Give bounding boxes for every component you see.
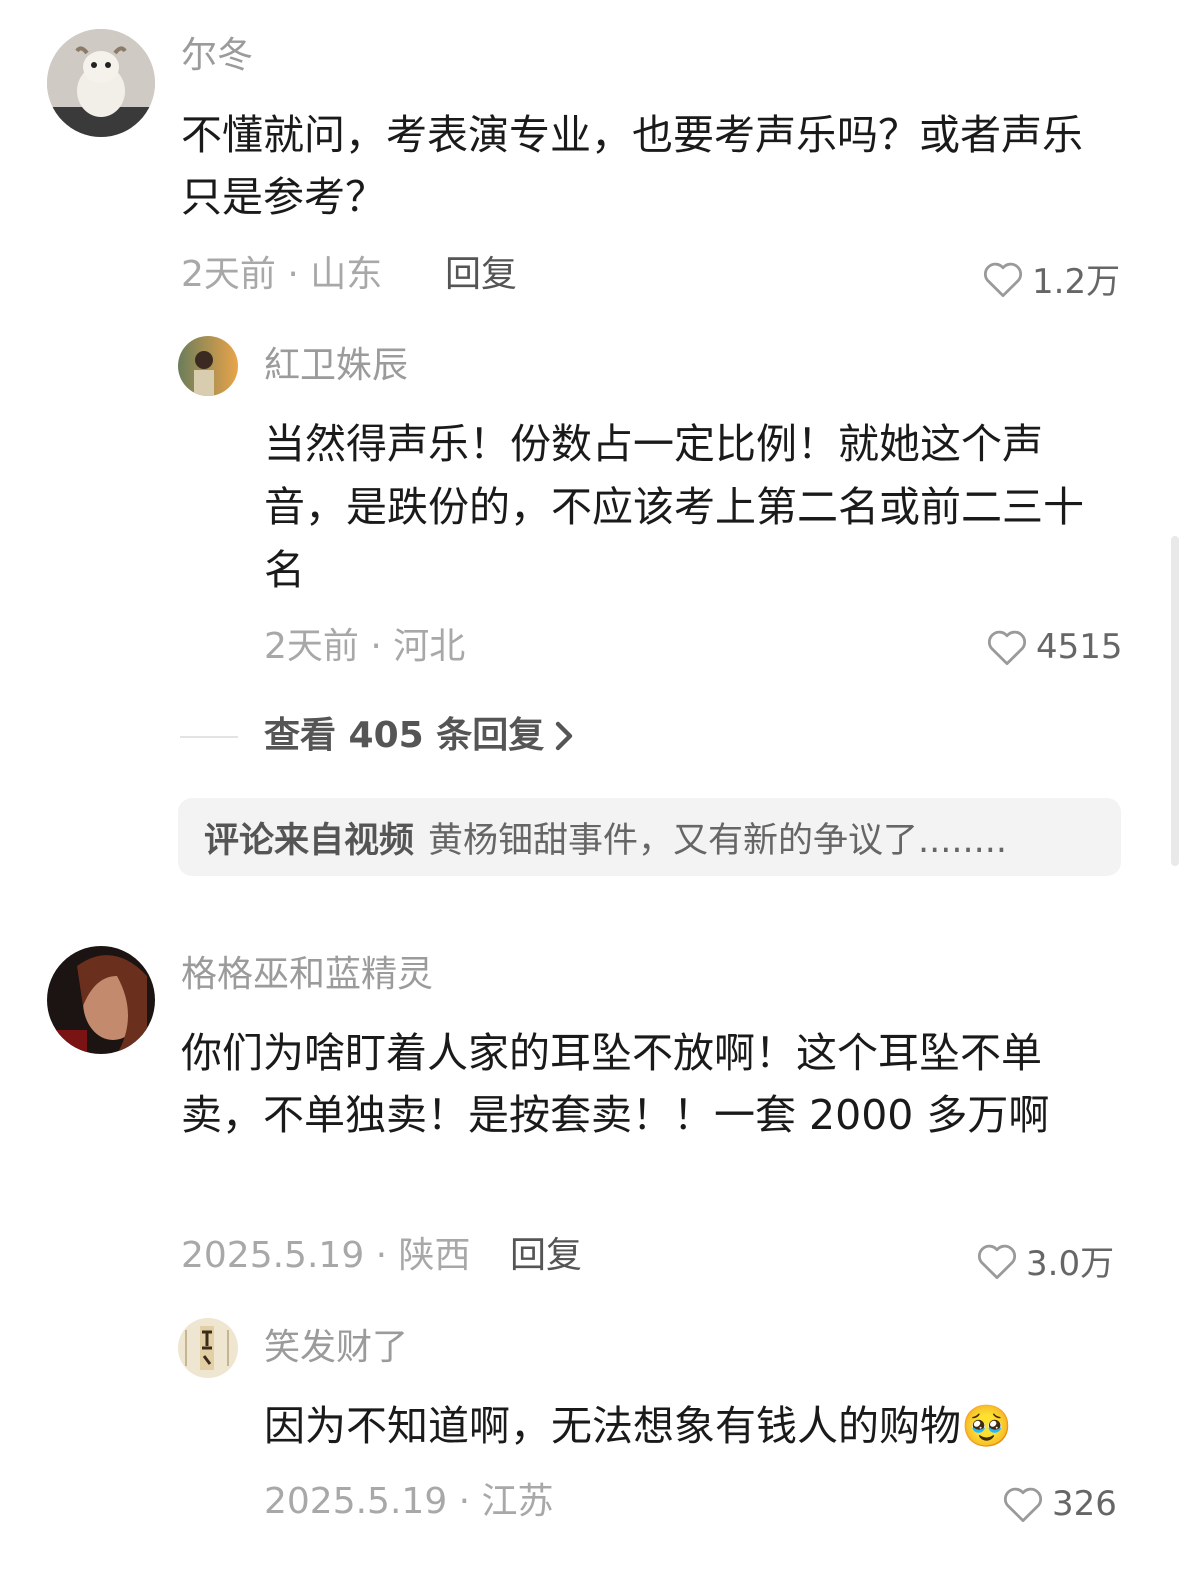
reply-text: 当然得声乐！份数占一定比例！就她这个声音，是跌份的，不应该考上第二名或前二三十名 [264,420,1084,594]
reply-meta: 2天前 · 河北 [264,626,466,667]
reply-button[interactable]: 回复 [445,255,517,295]
like-button[interactable]: 3.0万 [976,1236,1114,1285]
like-count: 4515 [1036,627,1123,667]
comment-meta: 2天前 · 山东 [181,254,383,295]
divider [180,736,238,738]
heart-outline-icon [1004,1487,1042,1523]
comment-username[interactable]: 尔冬 [181,36,253,76]
like-count: 1.2万 [1032,262,1121,302]
comment-meta: 2025.5.19 · 陕西 [181,1235,471,1276]
like-count: 3.0万 [1026,1244,1115,1284]
comment-username[interactable]: 格格巫和蓝精灵 [181,955,433,995]
pleading-face-emoji: 🥹 [961,1402,1013,1450]
source-video-link[interactable]: 评论来自视频 黄杨钿甜事件，又有新的争议了........ [178,798,1121,876]
goat-plush-avatar-icon [47,29,155,137]
avatar[interactable] [178,1318,238,1378]
comment-text: 不懂就问，考表演专业，也要考声乐吗？或者声乐只是参考？ [181,111,1083,221]
sunset-portrait-avatar-icon [178,336,238,396]
comment-text: 你们为啥盯着人家的耳坠不放啊！这个耳坠不单卖，不单独卖！是按套卖！！一套 200… [181,1029,1050,1139]
like-button[interactable]: 326 [1002,1484,1117,1524]
heart-outline-icon [984,262,1022,297]
chevron-right-icon [556,721,573,751]
like-count: 326 [1052,1484,1117,1524]
like-button[interactable]: 4515 [986,627,1123,667]
heart-outline-icon [978,1244,1016,1279]
view-more-replies-button[interactable]: 查看 405 条回复 [264,716,574,756]
heart-outline-icon [988,630,1026,666]
view-more-label: 查看 405 条回复 [264,715,545,756]
woman-portrait-avatar-icon [47,946,155,1054]
scrollbar[interactable] [1171,536,1179,866]
source-title: 黄杨钿甜事件，又有新的争议了........ [428,820,1008,861]
reply-username[interactable]: 笑发财了 [264,1328,408,1368]
reply-text-body: 因为不知道啊，无法想象有钱人的购物 [264,1402,961,1450]
reply-text: 因为不知道啊，无法想象有钱人的购物🥹 [264,1395,1124,1458]
reply-meta: 2025.5.19 · 江苏 [264,1481,554,1522]
calligraphy-poster-avatar-icon [178,1318,238,1378]
source-label: 评论来自视频 [204,820,415,861]
avatar[interactable] [178,336,238,396]
avatar[interactable] [47,946,155,1054]
like-button[interactable]: 1.2万 [982,254,1120,303]
avatar[interactable] [47,29,155,137]
reply-username[interactable]: 紅卫姝辰 [264,346,408,386]
reply-button[interactable]: 回复 [510,1236,582,1276]
